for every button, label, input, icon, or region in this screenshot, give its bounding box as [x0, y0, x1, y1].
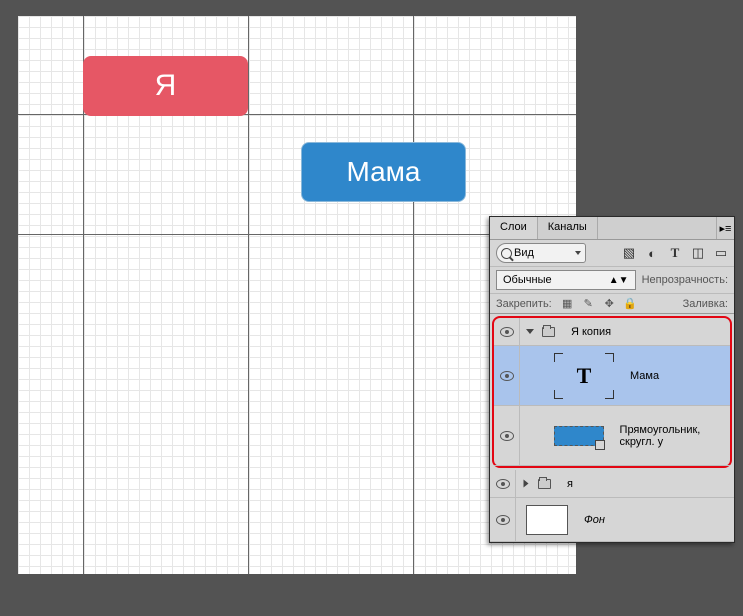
layer-group-row[interactable]: Я копия [494, 318, 730, 346]
layer-group-row[interactable]: я [490, 470, 734, 498]
fill-label: Заливка: [683, 298, 728, 310]
filter-row: Вид ▧ ◐ T ◫ ▭ [490, 240, 734, 267]
chevron-down-icon [575, 251, 581, 255]
visibility-toggle[interactable] [490, 470, 516, 497]
layer-name: Мама [630, 370, 659, 382]
text-layer-glyph-icon: T [577, 363, 592, 389]
filter-adjust-icon[interactable]: ◐ [645, 246, 659, 260]
lock-label: Закрепить: [496, 298, 552, 310]
eye-icon [500, 327, 514, 337]
layer-name: Фон [584, 514, 605, 526]
background-layer-row[interactable]: Фон [490, 498, 734, 542]
shape-red-text: Я [155, 69, 177, 103]
filter-text-icon[interactable]: T [668, 246, 682, 260]
shape-red[interactable]: Я [83, 56, 248, 116]
filter-shape-icon[interactable]: ◫ [691, 246, 705, 260]
panel-tabs: Слои Каналы ▸≡ [490, 217, 734, 240]
text-layer-row[interactable]: T Мама [494, 346, 730, 406]
guide-v [413, 16, 414, 574]
shape-layer-thumbnail [554, 426, 604, 446]
opacity-label: Непрозрачность: [642, 274, 728, 286]
visibility-toggle[interactable] [494, 406, 520, 465]
shape-blue-text: Мама [346, 156, 420, 188]
blend-mode-select[interactable]: Обычные ▲▼ [496, 270, 636, 290]
eye-icon [496, 479, 510, 489]
tab-layers[interactable]: Слои [490, 217, 538, 239]
visibility-toggle[interactable] [494, 346, 520, 405]
highlighted-layers-group: Я копия T Мама Прямоугольник, скругл. у [492, 316, 732, 468]
other-layers: я Фон [490, 470, 734, 542]
folder-icon [538, 479, 551, 489]
panel-menu-icon[interactable]: ▸≡ [716, 217, 734, 239]
filter-icons: ▧ ◐ T ◫ ▭ [622, 246, 728, 260]
layers-panel: Слои Каналы ▸≡ Вид ▧ ◐ T ◫ ▭ Обычные ▲▼ … [489, 216, 735, 543]
lock-pixels-icon[interactable]: ✎ [582, 297, 595, 310]
guide-v [248, 16, 249, 574]
lock-transparency-icon[interactable]: ▦ [561, 297, 574, 310]
layer-filter-dropdown[interactable]: Вид [496, 243, 586, 263]
eye-icon [496, 515, 510, 525]
tab-channels[interactable]: Каналы [538, 217, 598, 239]
disclosure-triangle-icon[interactable] [526, 329, 534, 334]
shape-blue[interactable]: Мама [301, 142, 466, 202]
eye-icon [500, 431, 514, 441]
folder-icon [542, 327, 555, 337]
lock-position-icon[interactable]: ✥ [603, 297, 616, 310]
filter-smart-icon[interactable]: ▭ [714, 246, 728, 260]
layer-name: Я копия [571, 326, 611, 338]
chevron-updown-icon: ▲▼ [609, 275, 629, 286]
blend-row: Обычные ▲▼ Непрозрачность: [490, 267, 734, 294]
blend-mode-value: Обычные [503, 274, 552, 286]
layer-name: я [567, 478, 573, 490]
visibility-toggle[interactable] [494, 318, 520, 345]
shape-layer-row[interactable]: Прямоугольник, скругл. у [494, 406, 730, 466]
visibility-toggle[interactable] [490, 498, 516, 541]
text-layer-thumbnail: T [554, 353, 614, 399]
background-thumbnail [526, 505, 568, 535]
search-icon [501, 248, 512, 259]
filter-pixel-icon[interactable]: ▧ [622, 246, 636, 260]
lock-row: Закрепить: ▦ ✎ ✥ 🔒 Заливка: [490, 294, 734, 314]
lock-all-icon[interactable]: 🔒 [624, 297, 637, 310]
eye-icon [500, 371, 514, 381]
layer-name: Прямоугольник, скругл. у [620, 424, 724, 448]
disclosure-triangle-icon[interactable] [524, 480, 529, 488]
filter-label: Вид [514, 247, 534, 259]
